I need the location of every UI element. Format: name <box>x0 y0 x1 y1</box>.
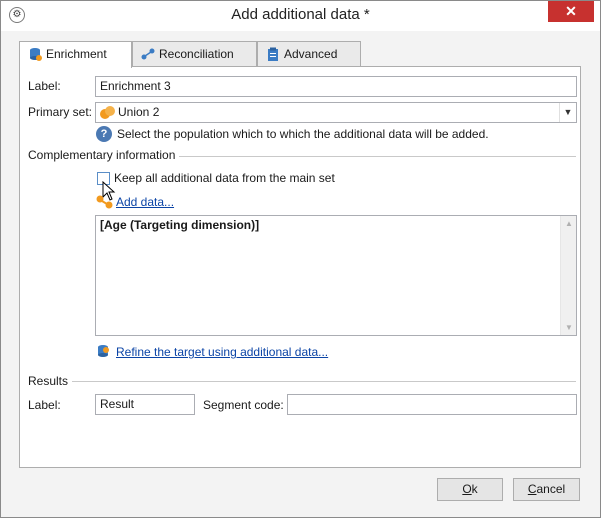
results-section-title: Results <box>28 374 73 388</box>
refine-target-link[interactable]: Refine the target using additional data.… <box>116 345 328 359</box>
database-icon <box>30 48 42 61</box>
cancel-button[interactable]: Cancel <box>513 478 580 501</box>
add-data-icon <box>96 195 113 209</box>
clipboard-icon <box>268 47 278 61</box>
help-text: Select the population which to which the… <box>117 127 489 141</box>
tab-reconciliation[interactable]: Reconciliation <box>132 41 257 67</box>
primary-set-caption: Primary set: <box>28 105 93 119</box>
primary-set-value: Union 2 <box>118 105 160 119</box>
tab-advanced-label: Advanced <box>284 47 338 61</box>
help-icon: ? <box>96 126 112 142</box>
title-bar[interactable]: ⚙ Add additional data * ✕ <box>1 1 600 31</box>
label-input[interactable]: Enrichment 3 <box>95 76 577 97</box>
result-label-input[interactable]: Result <box>95 394 195 415</box>
chevron-down-icon[interactable]: ▼ <box>559 103 576 122</box>
link-nodes-icon <box>141 48 155 60</box>
add-data-link[interactable]: Add data... <box>116 195 174 209</box>
ok-button-accel: O <box>462 482 472 496</box>
keep-all-label[interactable]: Keep all additional data from the main s… <box>114 171 335 185</box>
list-scrollbar[interactable]: ▲ ▼ <box>560 216 576 335</box>
segment-code-caption: Segment code: <box>203 398 284 412</box>
refine-database-icon <box>98 345 109 357</box>
results-divider <box>72 381 576 382</box>
scroll-down-icon[interactable]: ▼ <box>561 323 577 332</box>
label-caption: Label: <box>28 79 61 93</box>
scroll-up-icon[interactable]: ▲ <box>561 219 577 228</box>
primary-set-select[interactable]: Union 2 ▼ <box>95 102 577 123</box>
dialog-window: ⚙ Add additional data * ✕ Enrichment Rec… <box>0 0 601 518</box>
window-title: Add additional data * <box>231 6 370 23</box>
tab-advanced[interactable]: Advanced <box>257 41 361 67</box>
ok-button[interactable]: Ok <box>437 478 503 501</box>
cancel-button-rest: ancel <box>536 482 566 496</box>
complementary-section-title: Complementary information <box>28 148 180 162</box>
result-label-caption: Label: <box>28 398 61 412</box>
additional-data-list[interactable]: [Age (Targeting dimension)] ▲ ▼ <box>95 215 577 336</box>
tab-enrichment-label: Enrichment <box>46 47 107 61</box>
list-item[interactable]: [Age (Targeting dimension)] <box>100 218 259 232</box>
tab-reconciliation-label: Reconciliation <box>159 47 234 61</box>
ok-button-rest: k <box>471 482 478 496</box>
segment-code-input[interactable] <box>287 394 577 415</box>
tab-enrichment[interactable]: Enrichment <box>19 41 132 68</box>
union-circles-icon <box>100 106 115 119</box>
close-button[interactable]: ✕ <box>548 1 594 22</box>
enrichment-panel: Label: Enrichment 3 Primary set: Union 2… <box>19 66 581 468</box>
